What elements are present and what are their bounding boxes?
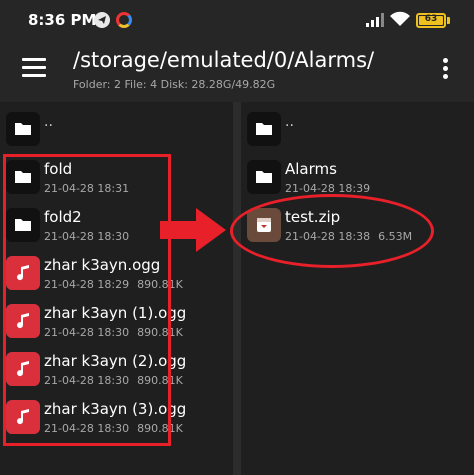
right-pane: .. Alarms 21-04-28 18:39 test.zip 21-04-… <box>241 102 474 475</box>
app-bar: /storage/emulated/0/Alarms/ Folder: 2 Fi… <box>0 38 474 102</box>
parent-folder-label: .. <box>285 114 294 130</box>
annotation-highlight-box <box>3 154 171 446</box>
folder-icon <box>247 112 281 146</box>
signal-icon <box>366 12 384 31</box>
folder-icon <box>247 160 281 194</box>
menu-icon[interactable] <box>22 58 46 78</box>
status-bar: 8:36 PM 63 <box>0 0 474 38</box>
status-time: 8:36 PM <box>28 11 97 29</box>
folder-icon <box>6 112 40 146</box>
annotation-highlight-ellipse <box>230 194 434 268</box>
telegram-icon <box>94 12 110 28</box>
battery-level: 63 <box>424 14 438 24</box>
parent-folder-label: .. <box>44 114 53 130</box>
path-info: Folder: 2 File: 4 Disk: 28.28G/49.82G <box>73 78 276 91</box>
overflow-menu-icon[interactable] <box>440 58 450 82</box>
battery-icon: 63 <box>416 13 446 28</box>
sync-icon <box>116 12 132 28</box>
parent-folder-row[interactable]: .. <box>241 108 474 156</box>
item-name: Alarms <box>285 160 337 178</box>
annotation-arrow-icon <box>160 208 226 252</box>
parent-folder-row[interactable]: .. <box>0 108 233 156</box>
wifi-icon <box>390 11 410 31</box>
pane-divider <box>233 102 241 475</box>
current-path: /storage/emulated/0/Alarms/ <box>73 48 375 72</box>
